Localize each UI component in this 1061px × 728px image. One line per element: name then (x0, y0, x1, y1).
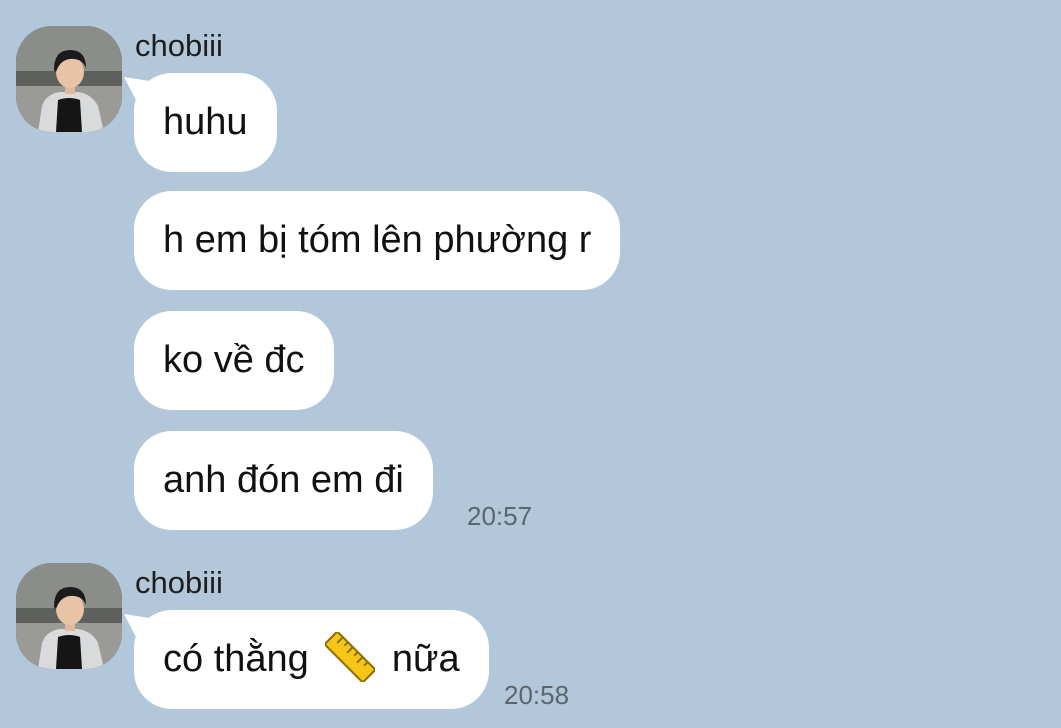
message-bubble[interactable]: huhu (134, 73, 277, 172)
profile-photo (16, 26, 122, 132)
message-bubble[interactable]: anh đón em đi (134, 431, 433, 530)
message-timestamp: 20:58 (504, 680, 570, 710)
avatar[interactable] (16, 563, 122, 669)
chat-area[interactable]: chobiii huhu h em bị tóm lên phường r ko… (0, 0, 1061, 728)
avatar[interactable] (16, 26, 122, 132)
message-bubble[interactable]: h em bị tóm lên phường r (134, 191, 621, 290)
ruler-icon (325, 631, 376, 682)
sender-name: chobiii (135, 565, 223, 600)
profile-photo (16, 563, 122, 669)
message-text: có thằng (163, 638, 309, 680)
message-bubble[interactable]: có thằng nữa (134, 610, 489, 709)
message-timestamp: 20:57 (467, 501, 533, 531)
message-text: nữa (391, 638, 460, 680)
message-bubble[interactable]: ko về đc (134, 311, 334, 410)
sender-name: chobiii (135, 28, 223, 63)
